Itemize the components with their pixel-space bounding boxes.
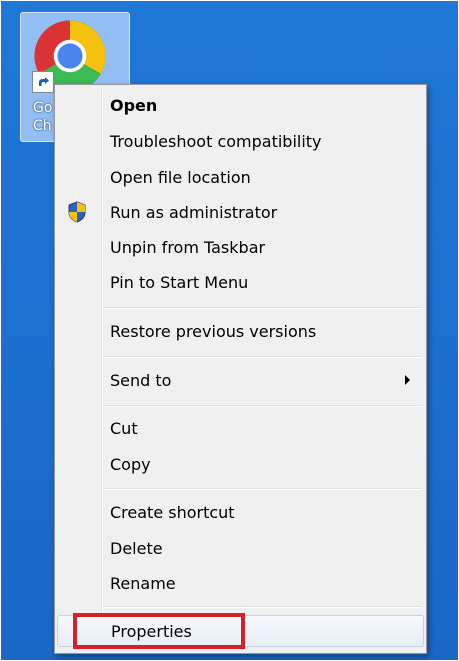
menu-item-cut[interactable]: Cut — [57, 412, 424, 444]
menu-separator — [104, 606, 422, 608]
menu-item-rename[interactable]: Rename — [57, 567, 424, 599]
menu-item-label: Copy — [110, 454, 151, 474]
menu-item-create-shortcut[interactable]: Create shortcut — [57, 496, 424, 528]
menu-separator — [104, 488, 422, 490]
menu-item-label: Run as administrator — [110, 202, 278, 222]
context-menu: Open Troubleshoot compatibility Open fil… — [54, 84, 427, 654]
menu-item-label: Unpin from Taskbar — [110, 237, 266, 257]
menu-item-open-file-location[interactable]: Open file location — [57, 161, 424, 193]
menu-item-open[interactable]: Open — [57, 89, 424, 121]
shortcut-arrow-icon — [32, 71, 54, 93]
menu-item-label: Create shortcut — [110, 502, 235, 522]
menu-item-pin-to-start-menu[interactable]: Pin to Start Menu — [57, 266, 424, 298]
menu-item-delete[interactable]: Delete — [57, 532, 424, 564]
menu-item-label: Cut — [110, 418, 138, 438]
menu-item-run-as-administrator[interactable]: Run as administrator — [57, 196, 424, 228]
menu-item-send-to[interactable]: Send to — [57, 364, 424, 396]
annotation-highlight-box — [73, 613, 245, 649]
uac-shield-icon — [65, 200, 89, 224]
menu-item-copy[interactable]: Copy — [57, 448, 424, 480]
menu-item-label: Open — [110, 95, 158, 115]
menu-item-label: Open file location — [110, 167, 251, 187]
menu-item-unpin-from-taskbar[interactable]: Unpin from Taskbar — [57, 231, 424, 263]
menu-separator — [104, 356, 422, 358]
submenu-arrow-icon — [405, 375, 410, 385]
menu-item-label: Delete — [110, 538, 163, 558]
menu-item-restore-previous-versions[interactable]: Restore previous versions — [57, 315, 424, 347]
menu-item-label: Troubleshoot compatibility — [110, 131, 322, 151]
menu-item-label: Pin to Start Menu — [110, 272, 249, 292]
menu-item-label: Send to — [110, 370, 172, 390]
menu-item-label: Rename — [110, 573, 176, 593]
menu-item-troubleshoot-compatibility[interactable]: Troubleshoot compatibility — [57, 125, 424, 157]
menu-separator — [104, 307, 422, 309]
menu-item-label: Restore previous versions — [110, 321, 317, 341]
menu-separator — [104, 405, 422, 407]
